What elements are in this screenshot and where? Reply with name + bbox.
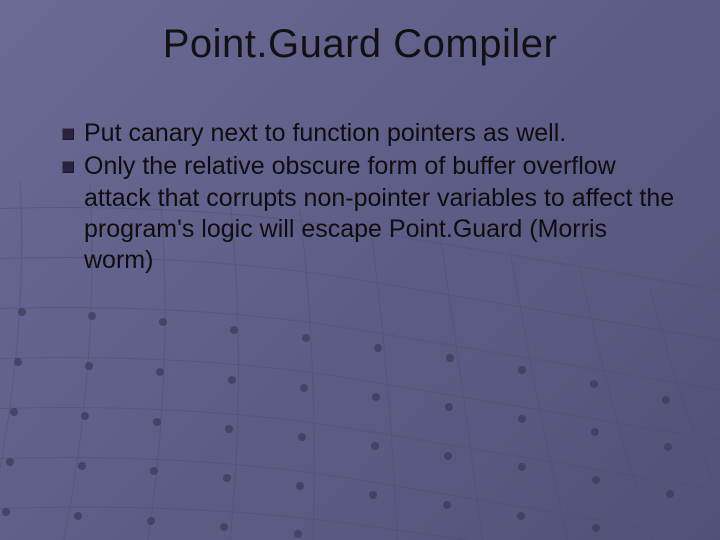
bullet-icon [62,161,74,173]
bullet-icon [62,128,74,140]
slide-body: Put canary next to function pointers as … [62,118,680,278]
bullet-text: Only the relative obscure form of buffer… [84,151,680,276]
slide-title: Point.Guard Compiler [0,22,720,67]
slide: Point.Guard Compiler Put canary next to … [0,0,720,540]
bullet-item: Only the relative obscure form of buffer… [62,151,680,276]
bullet-item: Put canary next to function pointers as … [62,118,680,149]
bullet-text: Put canary next to function pointers as … [84,118,566,149]
